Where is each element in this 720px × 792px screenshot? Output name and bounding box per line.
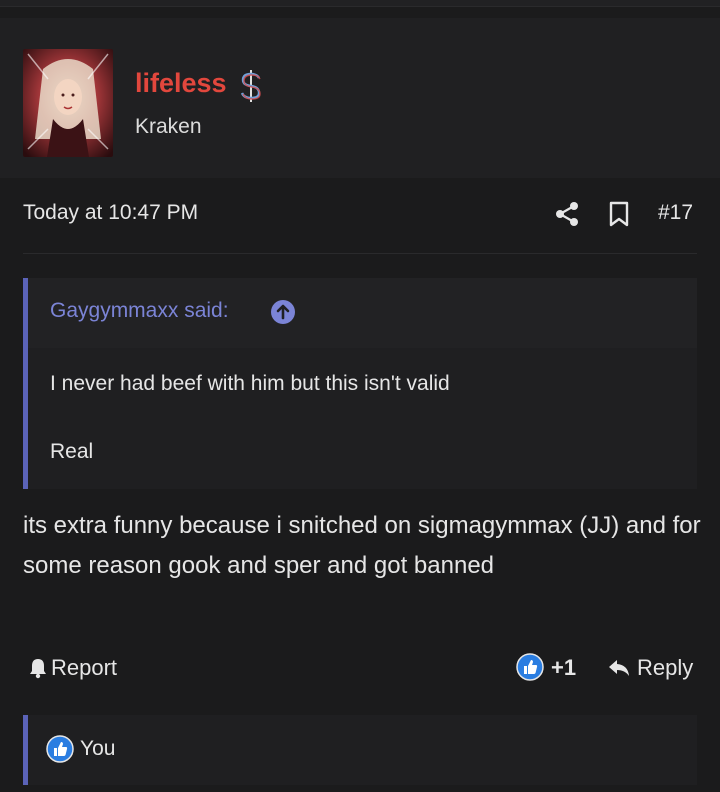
post-number-link[interactable]: #17 <box>658 201 693 225</box>
quote-line: Real <box>50 440 94 463</box>
quote-line: I never had beef with him but this isn't… <box>50 372 450 395</box>
quote-author-link[interactable]: Gaygymmaxx said: <box>50 299 229 323</box>
reply-button[interactable]: Reply <box>607 654 693 682</box>
username[interactable]: lifeless <box>135 68 227 99</box>
arrow-up-circle-icon[interactable] <box>270 299 296 325</box>
share-icon[interactable] <box>555 201 579 227</box>
like-count[interactable]: +1 <box>551 655 576 681</box>
reactions-bar[interactable]: You <box>23 715 697 785</box>
thumbs-up-icon <box>46 735 74 763</box>
bell-icon <box>30 659 46 679</box>
post-user-header: lifeless Kraken <box>0 18 720 196</box>
post-date[interactable]: Today at 10:47 PM <box>23 201 198 225</box>
post-meta-row: Today at 10:47 PM #17 <box>0 195 720 233</box>
user-title: Kraken <box>135 115 202 138</box>
top-strip <box>0 0 720 7</box>
post-body: its extra funny because i snitched on si… <box>23 512 701 579</box>
reply-label: Reply <box>637 655 694 680</box>
reaction-users[interactable]: You <box>80 737 115 761</box>
report-label: Report <box>51 655 118 680</box>
quote-block: Gaygymmaxx said: I never had beef with h… <box>23 278 697 489</box>
post-actions: Report +1 Reply <box>0 648 720 688</box>
avatar[interactable] <box>23 49 113 157</box>
bookmark-icon[interactable] <box>608 201 630 227</box>
dollar-sign-icon <box>237 68 265 104</box>
report-button[interactable]: Report <box>28 654 117 682</box>
reply-arrow-icon <box>609 660 629 676</box>
quote-header: Gaygymmaxx said: <box>28 278 697 348</box>
thumbs-up-icon[interactable] <box>516 653 544 681</box>
header-pointer <box>50 178 90 196</box>
divider <box>23 253 697 254</box>
